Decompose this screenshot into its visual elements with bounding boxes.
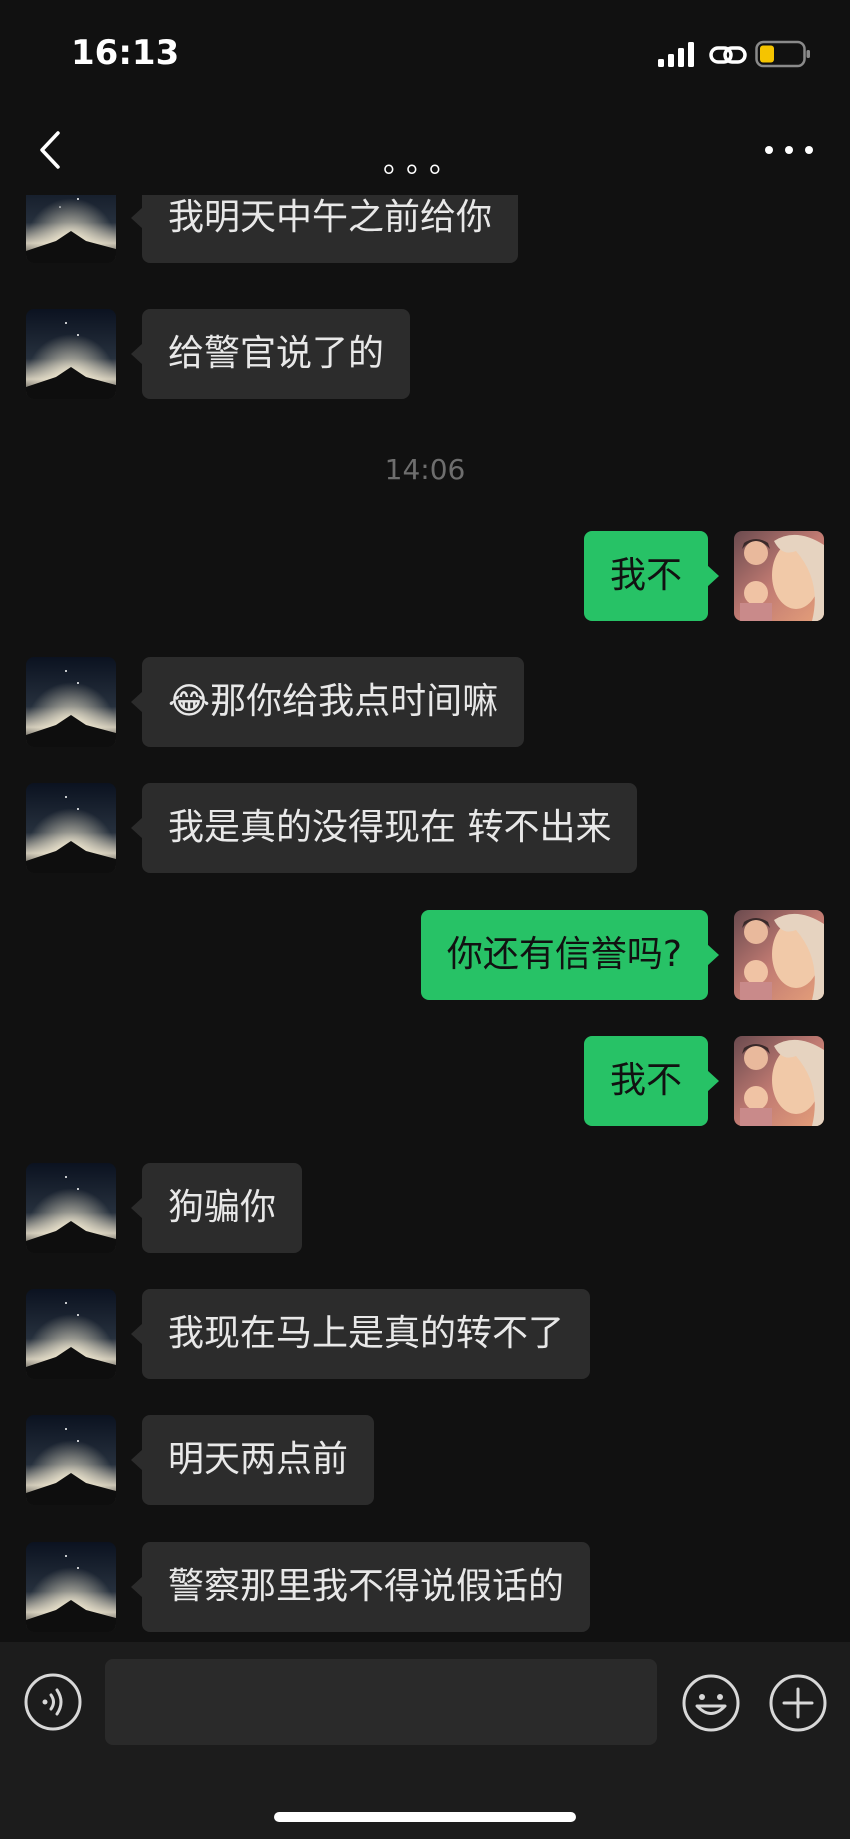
contact-avatar[interactable] [26, 1163, 116, 1253]
incoming-message-bubble[interactable]: 狗骗你 [130, 1163, 303, 1253]
nav-bar: 。。。 [0, 105, 850, 195]
voice-icon[interactable] [24, 1673, 82, 1731]
incoming-message-bubble[interactable]: 我明天中午之前给你 [130, 195, 519, 263]
message-list[interactable]: 我明天中午之前给你 给警官说了的 14:06 我不 😂那你给我点时间嘛 我是真的… [0, 195, 850, 1642]
message-text: 那你给我点时间嘛 [210, 681, 499, 722]
contact-avatar[interactable] [26, 309, 116, 399]
outgoing-message-bubble[interactable]: 我不 [583, 1036, 720, 1126]
contact-avatar[interactable] [26, 195, 116, 263]
self-avatar[interactable] [734, 910, 824, 1000]
timestamp-label: 14:06 [384, 453, 466, 486]
contact-avatar[interactable] [26, 1542, 116, 1632]
tears-of-joy-emoji-icon: 😂 [168, 681, 211, 722]
outgoing-message-bubble[interactable]: 我不 [583, 531, 720, 621]
self-avatar[interactable] [734, 531, 824, 621]
incoming-message-bubble[interactable]: 😂那你给我点时间嘛 [130, 657, 525, 747]
incoming-message-bubble[interactable]: 警察那里我不得说假话的 [130, 1542, 591, 1632]
outgoing-message-bubble[interactable]: 你还有信誉吗? [420, 910, 720, 1000]
contact-avatar[interactable] [26, 783, 116, 873]
plus-icon[interactable] [768, 1673, 828, 1733]
signal-icon [658, 42, 694, 67]
contact-avatar[interactable] [26, 657, 116, 747]
emoji-icon[interactable] [681, 1673, 741, 1733]
status-time: 16:13 [71, 33, 180, 73]
contact-avatar[interactable] [26, 1289, 116, 1379]
chat-title: 。。。 [383, 145, 467, 180]
incoming-message-bubble[interactable]: 给警官说了的 [130, 309, 411, 399]
incoming-message-bubble[interactable]: 明天两点前 [130, 1415, 375, 1505]
incoming-message-bubble[interactable]: 我现在马上是真的转不了 [130, 1289, 591, 1379]
self-avatar[interactable] [734, 1036, 824, 1126]
battery-icon [755, 40, 810, 68]
chat-screen: 16:13 。。。 我明天中午之前给你 给警官说了的 14:06 我不 😂那你给… [0, 0, 850, 1839]
incoming-message-bubble[interactable]: 我是真的没得现在 转不出来 [130, 783, 638, 873]
home-indicator[interactable] [274, 1812, 576, 1822]
status-bar: 16:13 [0, 0, 850, 105]
input-bar [0, 1642, 850, 1839]
link-icon [709, 46, 747, 64]
more-horizontal-icon[interactable] [762, 125, 816, 175]
message-input[interactable] [105, 1659, 657, 1745]
contact-avatar[interactable] [26, 1415, 116, 1505]
